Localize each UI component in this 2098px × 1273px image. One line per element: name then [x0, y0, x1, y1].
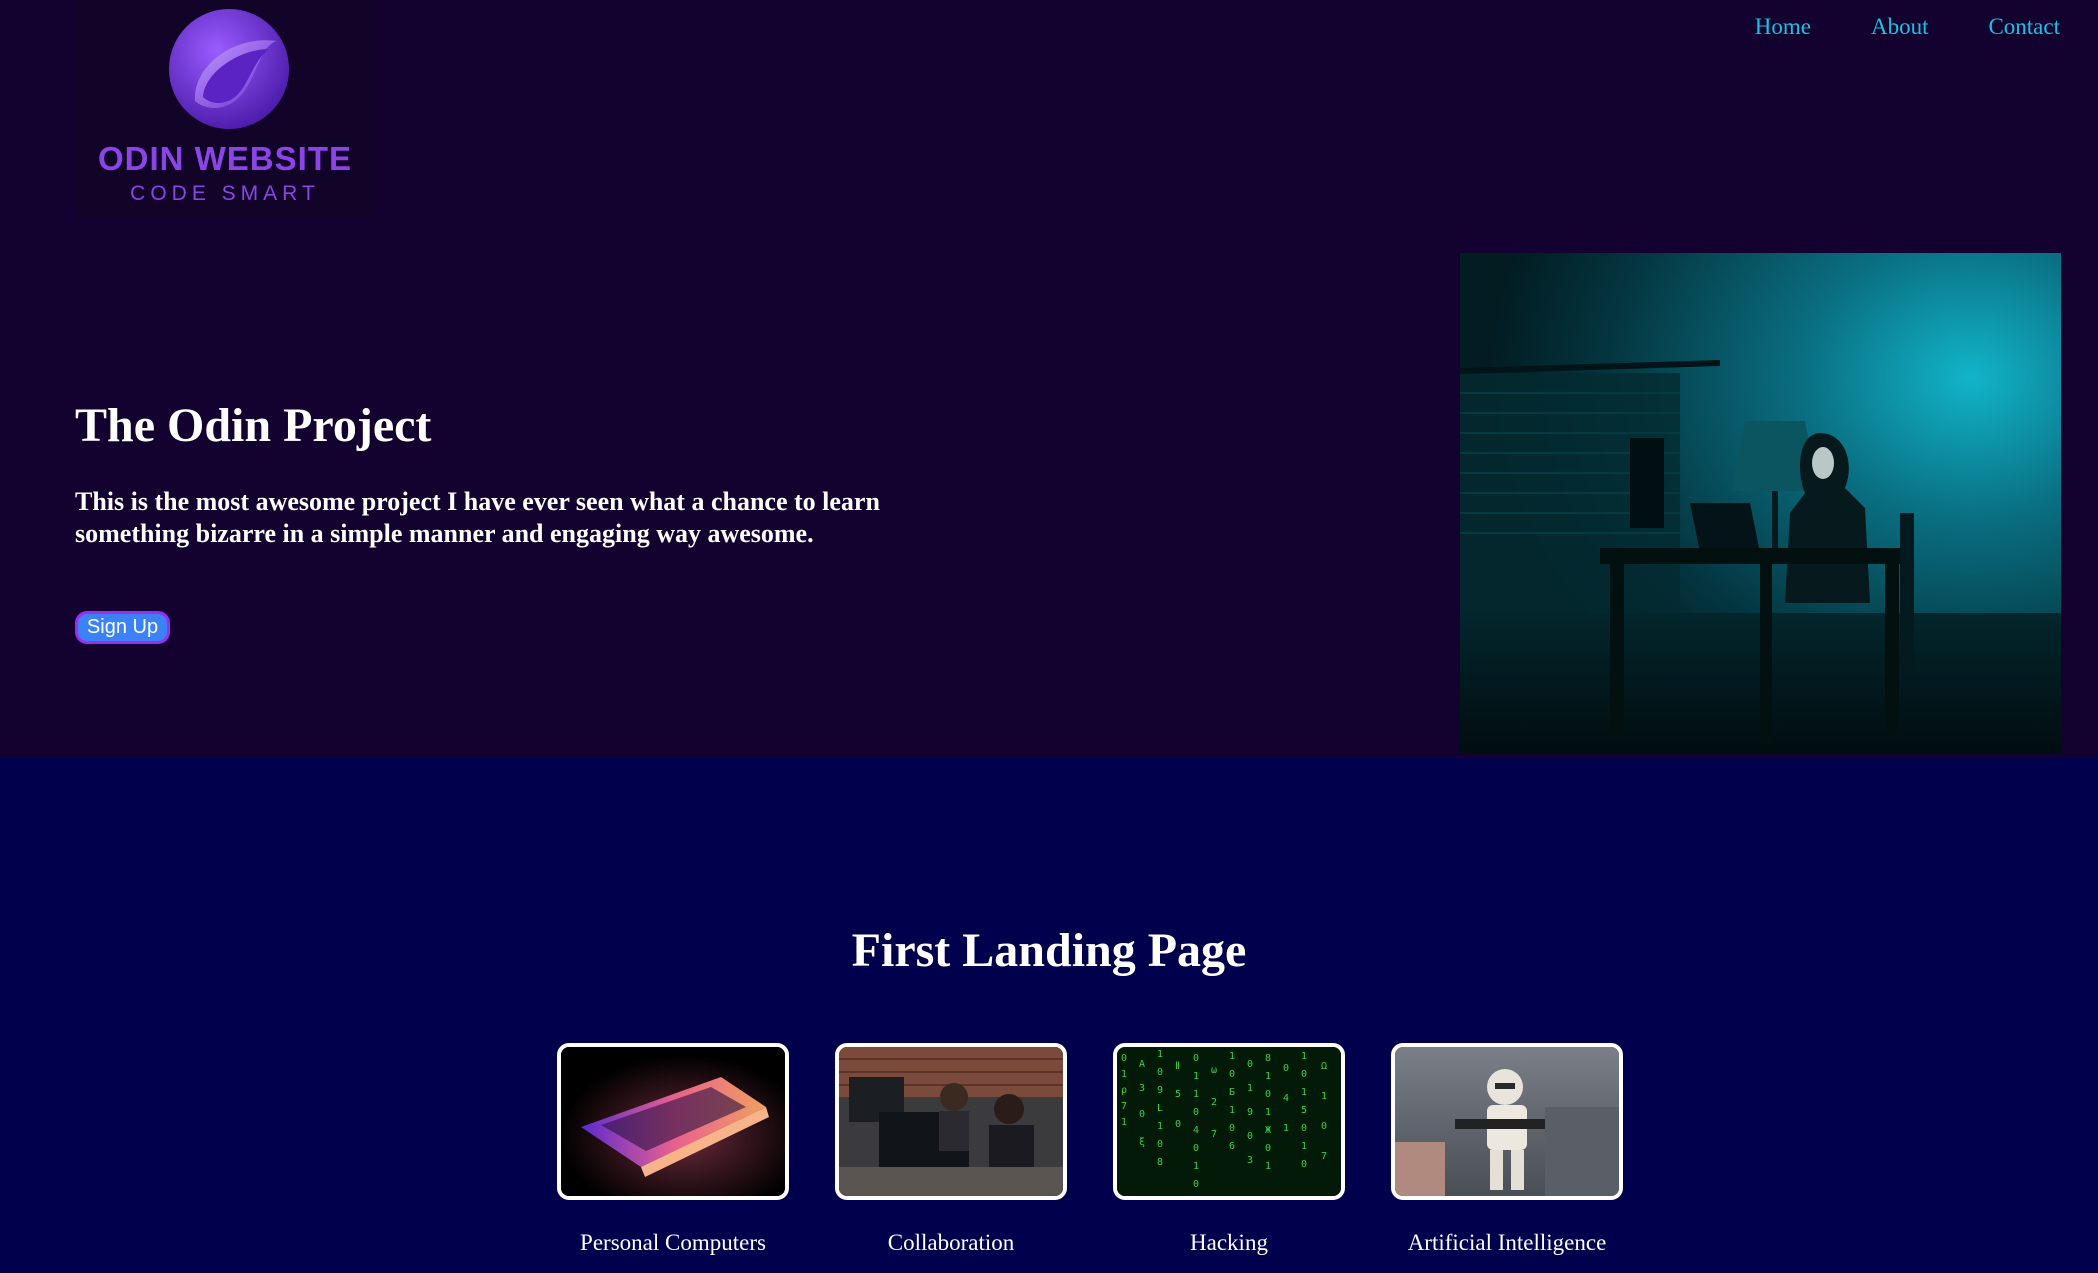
hooded-hacker-at-desk-photo-icon — [1460, 253, 2061, 753]
svg-text:1: 1 — [1247, 1083, 1253, 1094]
hero-title: The Odin Project — [75, 399, 432, 452]
svg-text:0: 0 — [1321, 1121, 1327, 1132]
svg-text:ρ: ρ — [1121, 1085, 1127, 1096]
svg-text:3: 3 — [1247, 1155, 1253, 1166]
svg-text:8: 8 — [1157, 1157, 1163, 1168]
hero-section: ODIN WEBSITE CODE SMART Home About Conta… — [0, 0, 2098, 758]
card-image: 0 1 ρ 7 1 A 3 0 ξ 1 0 9 L 1 0 8 Ⅱ 5 0 0 1 1 0 4 0 1 0 ω 2 7 1 0 Б 1… — [1113, 1043, 1345, 1200]
odin-swirl-logo-icon — [169, 9, 289, 129]
landing-title: First Landing Page — [851, 924, 1247, 977]
svg-text:4: 4 — [1193, 1125, 1199, 1136]
svg-text:0: 0 — [1301, 1069, 1307, 1080]
card-collaboration[interactable]: Collaboration — [835, 1043, 1067, 1255]
card-image — [557, 1043, 789, 1200]
card-label: Collaboration — [887, 1230, 1015, 1255]
svg-text:0: 0 — [1301, 1123, 1307, 1134]
svg-text:1: 1 — [1265, 1071, 1271, 1082]
svg-text:ω: ω — [1211, 1065, 1217, 1076]
svg-text:9: 9 — [1157, 1085, 1163, 1096]
logo-subtitle: CODE SMART — [130, 182, 320, 205]
svg-text:5: 5 — [1175, 1089, 1181, 1100]
svg-text:7: 7 — [1321, 1151, 1327, 1162]
nav-contact-link[interactable]: Contact — [1988, 14, 2060, 40]
svg-text:Ⅱ: Ⅱ — [1175, 1061, 1180, 1072]
svg-text:1: 1 — [1265, 1107, 1271, 1118]
svg-text:6: 6 — [1229, 1141, 1235, 1152]
nav-about-link[interactable]: About — [1871, 14, 1929, 40]
svg-text:1: 1 — [1229, 1051, 1235, 1062]
svg-text:0: 0 — [1175, 1119, 1181, 1130]
svg-text:Б: Б — [1229, 1087, 1235, 1098]
svg-text:0: 0 — [1157, 1139, 1163, 1150]
glowing-laptop-photo-icon — [561, 1047, 785, 1196]
green-matrix-code-photo-icon: 0 1 ρ 7 1 A 3 0 ξ 1 0 9 L 1 0 8 Ⅱ 5 0 0 1 1 0 4 0 1 0 ω 2 7 1 0 Б 1… — [1117, 1047, 1341, 1196]
card-image — [835, 1043, 1067, 1200]
svg-text:Ж: Ж — [1265, 1125, 1271, 1136]
card-label: Artificial Intelligence — [1407, 1230, 1607, 1255]
svg-text:1: 1 — [1193, 1071, 1199, 1082]
office-coworkers-photo-icon — [839, 1047, 1063, 1196]
site-logo[interactable]: ODIN WEBSITE CODE SMART — [75, 0, 375, 218]
card-hacking[interactable]: 0 1 ρ 7 1 A 3 0 ξ 1 0 9 L 1 0 8 Ⅱ 5 0 0 1 1 0 4 0 1 0 ω 2 7 1 0 Б 1… — [1113, 1043, 1345, 1255]
hero-description: This is the most awesome project I have … — [75, 487, 880, 548]
svg-text:0: 0 — [1283, 1063, 1289, 1074]
svg-text:1: 1 — [1121, 1069, 1127, 1080]
svg-text:0: 0 — [1121, 1053, 1127, 1064]
landing-section: First Landing Page Personal Computers Co… — [0, 758, 2098, 1273]
svg-text:5: 5 — [1301, 1105, 1307, 1116]
svg-text:0: 0 — [1265, 1143, 1271, 1154]
svg-text:1: 1 — [1301, 1141, 1307, 1152]
card-personal-computers[interactable]: Personal Computers — [557, 1043, 789, 1255]
card-artificial-intelligence[interactable]: Artificial Intelligence — [1391, 1043, 1623, 1255]
svg-text:1: 1 — [1229, 1105, 1235, 1116]
svg-text:0: 0 — [1139, 1109, 1145, 1120]
svg-text:A: A — [1139, 1059, 1145, 1070]
svg-text:Ω: Ω — [1321, 1061, 1327, 1072]
svg-text:7: 7 — [1211, 1129, 1217, 1140]
nav-home-link[interactable]: Home — [1755, 14, 1811, 40]
svg-text:1: 1 — [1193, 1089, 1199, 1100]
svg-text:L: L — [1157, 1103, 1163, 1114]
svg-text:1: 1 — [1321, 1091, 1327, 1102]
main-nav: Home About Contact — [1755, 14, 2060, 40]
robot-soldier-toy-photo-icon — [1395, 1047, 1619, 1196]
svg-text:0: 0 — [1157, 1067, 1163, 1078]
svg-text:1: 1 — [1283, 1123, 1289, 1134]
svg-text:7: 7 — [1121, 1101, 1127, 1112]
svg-text:0: 0 — [1247, 1131, 1253, 1142]
svg-text:2: 2 — [1211, 1097, 1217, 1108]
svg-text:1: 1 — [1301, 1087, 1307, 1098]
svg-text:ξ: ξ — [1139, 1137, 1145, 1148]
svg-text:0: 0 — [1265, 1089, 1271, 1100]
svg-text:0: 0 — [1229, 1069, 1235, 1080]
svg-text:0: 0 — [1229, 1123, 1235, 1134]
svg-text:8: 8 — [1265, 1053, 1271, 1064]
svg-text:1: 1 — [1121, 1117, 1127, 1128]
card-image — [1391, 1043, 1623, 1200]
page: ODIN WEBSITE CODE SMART Home About Conta… — [0, 0, 2098, 1273]
svg-text:1: 1 — [1157, 1121, 1163, 1132]
svg-text:1: 1 — [1265, 1161, 1271, 1172]
svg-text:0: 0 — [1193, 1179, 1199, 1190]
card-label: Personal Computers — [580, 1230, 766, 1255]
svg-text:0: 0 — [1247, 1059, 1253, 1070]
hero-hacker-image — [1460, 253, 2061, 753]
logo-title: ODIN WEBSITE — [97, 140, 352, 177]
svg-text:0: 0 — [1193, 1107, 1199, 1118]
svg-text:0: 0 — [1301, 1159, 1307, 1170]
svg-text:0: 0 — [1193, 1143, 1199, 1154]
signup-button[interactable]: Sign Up — [75, 611, 170, 644]
svg-text:1: 1 — [1193, 1161, 1199, 1172]
card-label: Hacking — [1190, 1230, 1268, 1255]
svg-text:9: 9 — [1247, 1107, 1253, 1118]
svg-text:3: 3 — [1139, 1083, 1145, 1094]
svg-text:0: 0 — [1193, 1053, 1199, 1064]
svg-text:4: 4 — [1283, 1093, 1289, 1104]
svg-text:1: 1 — [1301, 1051, 1307, 1062]
svg-text:1: 1 — [1157, 1049, 1163, 1060]
